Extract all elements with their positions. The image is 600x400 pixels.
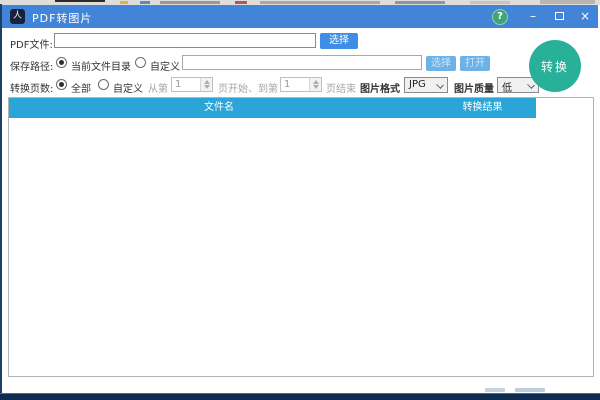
to-page-spinner[interactable]: 1 <box>280 77 322 92</box>
convert-button[interactable]: 转换 <box>529 40 581 92</box>
background-window-fragment <box>515 388 545 392</box>
background-window-fragment <box>260 1 380 4</box>
radio-custom-path[interactable] <box>135 57 146 68</box>
results-table: 文件名 转换结果 <box>8 97 594 377</box>
radio-all-pages[interactable] <box>56 79 67 90</box>
chevron-down-icon <box>436 81 444 89</box>
spinner-arrows[interactable] <box>309 78 321 91</box>
background-window-fragment <box>140 1 150 4</box>
spinner-up-icon[interactable] <box>204 80 210 84</box>
end-pages-label: 页结束 <box>326 80 356 95</box>
pdf-file-input[interactable] <box>54 33 316 48</box>
help-button[interactable]: ? <box>492 9 508 25</box>
radio-current-directory-label[interactable]: 当前文件目录 <box>71 58 131 73</box>
spinner-up-icon[interactable] <box>313 80 319 84</box>
app-icon: 人 <box>10 9 25 24</box>
background-window-fragment <box>235 1 247 4</box>
between-pages-label: 页开始、到第 <box>218 80 278 95</box>
pdf-converter-window: 人 PDF转图片 ? – × PDF文件: 选择 保存路径: 当前文件目录 自定… <box>2 5 598 393</box>
pdf-select-button[interactable]: 选择 <box>320 33 358 49</box>
window-title: PDF转图片 <box>32 10 92 26</box>
radio-custom-pages-label[interactable]: 自定义 <box>113 80 143 95</box>
results-table-body[interactable] <box>9 118 593 376</box>
background-window-fragment <box>395 1 445 4</box>
results-table-header: 文件名 转换结果 <box>9 98 536 118</box>
from-page-label: 从第 <box>148 80 168 95</box>
spinner-down-icon[interactable] <box>313 85 319 89</box>
minimize-button[interactable]: – <box>521 5 545 28</box>
radio-current-directory[interactable] <box>56 57 67 68</box>
maximize-icon <box>555 12 564 20</box>
radio-custom-pages[interactable] <box>98 79 109 90</box>
background-window-fragment <box>160 1 220 4</box>
image-format-label: 图片格式 <box>360 80 400 95</box>
background-window-fragment <box>540 0 595 4</box>
chevron-down-icon <box>527 81 535 89</box>
image-quality-value: 低 <box>502 83 512 94</box>
to-page-value: 1 <box>284 79 290 90</box>
titlebar[interactable]: 人 PDF转图片 ? – × <box>2 5 598 28</box>
maximize-button[interactable] <box>547 5 571 28</box>
background-window-fragment <box>55 0 105 2</box>
radio-custom-path-label[interactable]: 自定义 <box>150 58 180 73</box>
background-window-bottom-edge <box>0 393 600 400</box>
radio-all-pages-label[interactable]: 全部 <box>71 80 91 95</box>
image-format-select[interactable]: JPG <box>404 77 448 93</box>
background-window-fragment <box>470 1 510 4</box>
spinner-arrows[interactable] <box>200 78 212 91</box>
background-window-fragment <box>120 1 128 4</box>
screen: 人 PDF转图片 ? – × PDF文件: 选择 保存路径: 当前文件目录 自定… <box>0 0 600 400</box>
image-format-value: JPG <box>409 79 426 90</box>
from-page-spinner[interactable]: 1 <box>171 77 213 92</box>
from-page-value: 1 <box>175 79 181 90</box>
column-header-filename[interactable]: 文件名 <box>9 98 429 118</box>
spinner-down-icon[interactable] <box>204 85 210 89</box>
pages-label: 转换页数: <box>10 80 53 95</box>
save-path-input[interactable] <box>182 55 422 70</box>
path-select-button[interactable]: 选择 <box>426 56 456 71</box>
close-button[interactable]: × <box>573 5 597 28</box>
pdf-file-label: PDF文件: <box>10 36 53 51</box>
save-path-label: 保存路径: <box>10 58 53 73</box>
image-quality-label: 图片质量 <box>454 80 494 95</box>
path-open-button[interactable]: 打开 <box>460 56 490 71</box>
background-window-fragment <box>485 388 505 392</box>
column-header-result[interactable]: 转换结果 <box>429 98 536 118</box>
